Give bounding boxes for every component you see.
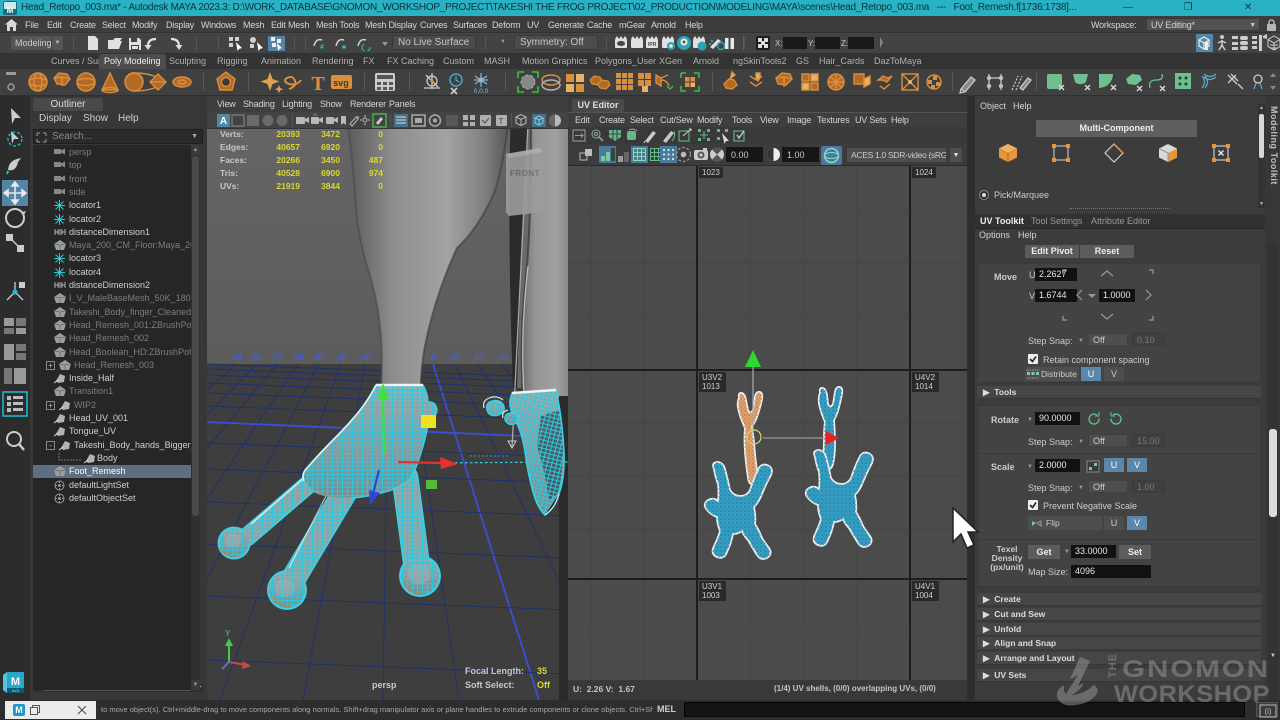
svg-text:M: M [11,676,20,688]
svg-text:1024: 1024 [915,168,933,177]
svg-text:T: T [499,117,504,126]
svg-text:1013: 1013 [702,382,720,391]
svg-text:U3V2: U3V2 [702,373,723,382]
svg-text:A: A [220,116,227,127]
svg-text:0.00: 0.00 [731,150,749,160]
svg-text:Y:: Y: [808,39,815,48]
svg-text:#: # [320,44,324,51]
svg-text:T: T [311,73,325,95]
svg-text:21: 21 [313,112,318,117]
svg-text:Z:: Z: [841,39,848,48]
svg-text:svg: svg [333,78,349,88]
svg-text:1004: 1004 [915,591,933,600]
svg-text:1014: 1014 [915,382,933,391]
svg-text:1003: 1003 [702,591,720,600]
svg-text:U3V1: U3V1 [702,582,723,591]
svg-text:1.00: 1.00 [787,150,805,160]
svg-text:1023: 1023 [702,168,720,177]
svg-text:FRONT: FRONT [510,169,540,178]
svg-text:U4V1: U4V1 [915,582,936,591]
svg-text:AYA: AYA [12,688,20,693]
svg-text:M: M [7,6,14,15]
svg-text:0,0,0: 0,0,0 [474,88,489,95]
svg-text:Y: Y [225,629,231,638]
svg-text:X:: X: [775,39,783,48]
svg-text:IPR: IPR [648,42,657,48]
svg-text:(i): (i) [1264,707,1271,716]
svg-text:U4V2: U4V2 [915,373,936,382]
